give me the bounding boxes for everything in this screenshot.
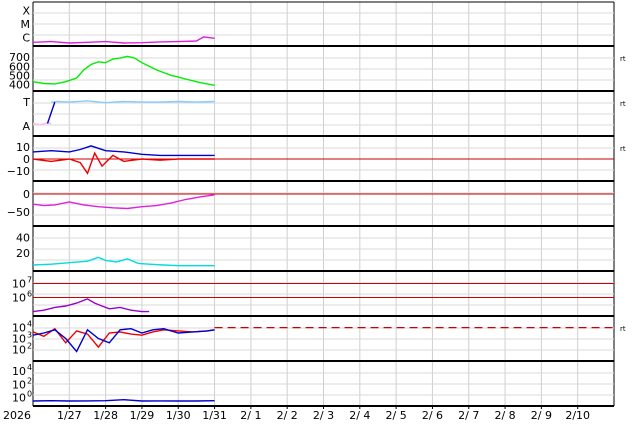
series-imf_direction-2: [46, 101, 56, 124]
panels: XMC700600500400rtTArt100−10rt0−50402010 7…: [7, 1, 626, 407]
y-tick-label: 10: [12, 378, 26, 391]
space-weather-chart: XMC700600500400rtTArt100−10rt0−50402010 7…: [3, 1, 626, 422]
panel-dst: 0−50: [7, 188, 614, 227]
y-tick-exponent: 2: [27, 341, 32, 350]
panel-proton_flux: 10 710 6: [12, 275, 614, 317]
y-tick-exponent: 2: [27, 376, 32, 385]
series-imf_direction-0: [32, 122, 52, 126]
series-dst-0: [32, 194, 215, 210]
x-tick-label: 2/ 6: [422, 409, 443, 422]
panel-electron_flux: 10 410 310 2rt: [12, 320, 626, 362]
y-tick-exponent: 4: [27, 363, 32, 372]
y-tick-exponent: 4: [27, 320, 32, 329]
y-tick-label: −10: [7, 165, 30, 178]
y-tick-label: 10: [12, 343, 26, 356]
x-tick-label: 1/27: [57, 409, 82, 422]
series-xray_class-0: [32, 36, 215, 44]
panel-imf_direction: TArt: [22, 96, 626, 137]
series-electron_flux_low-0: [32, 398, 215, 402]
series-proton_density-0: [32, 256, 215, 267]
y-tick-label: 10: [12, 365, 26, 378]
y-tick-label: 10: [12, 277, 26, 290]
right-label: rt: [620, 325, 626, 333]
x-tick-label: 2/ 9: [531, 409, 552, 422]
y-tick-label: T: [22, 96, 30, 109]
series-solar_wind_speed-0: [32, 55, 215, 86]
x-tick-label: 2/ 3: [313, 409, 334, 422]
x-tick-label: 2/10: [565, 409, 590, 422]
y-tick-exponent: 7: [27, 275, 32, 284]
series-imf_bt_bz-0: [32, 145, 215, 157]
y-tick-label: 20: [16, 247, 30, 260]
x-tick-label: 1/29: [130, 409, 155, 422]
x-tick-label: 2/ 1: [240, 409, 261, 422]
x-axis: 2026 1/27 1/28 1/29 1/30 1/31 2/ 1 2/ 2 2/ 3 2/ …: [3, 406, 590, 422]
y-tick-label: −50: [7, 206, 30, 219]
panel-electron_flux_low: 10 410 210 0: [12, 363, 614, 407]
right-label: rt: [620, 100, 626, 108]
x-tick-label: 2/ 2: [277, 409, 298, 422]
x-tick-label: 2/ 5: [386, 409, 407, 422]
panel-xray_class: XMC: [21, 1, 614, 47]
y-tick-label: 10: [12, 292, 26, 305]
y-tick-label: C: [22, 32, 30, 45]
panel-solar_wind_speed: 700600500400rt: [9, 51, 626, 92]
x-tick-label: 1/28: [93, 409, 118, 422]
y-tick-label: X: [22, 4, 30, 17]
x-tick-label: 2/ 4: [349, 409, 370, 422]
y-tick-label: A: [22, 120, 30, 133]
x-tick-label: 1/31: [202, 409, 227, 422]
x-tick-label: 2/ 7: [458, 409, 479, 422]
y-tick-label: 40: [16, 232, 30, 245]
series-electron_flux-0: [32, 327, 215, 349]
y-tick-label: M: [21, 18, 31, 31]
y-tick-label: 400: [9, 78, 30, 91]
y-tick-exponent: 3: [27, 330, 32, 339]
right-label: rt: [620, 145, 626, 153]
y-tick-label: 0: [23, 188, 30, 201]
y-tick-exponent: 6: [27, 290, 32, 299]
y-tick-label: 10: [12, 392, 26, 405]
y-tick-exponent: 0: [27, 390, 32, 399]
x-tick-label: 1/30: [166, 409, 191, 422]
x-tick-label: 2/ 8: [494, 409, 515, 422]
x-axis-year-label: 2026: [3, 409, 31, 422]
series-imf_direction-1: [51, 100, 215, 104]
right-label: rt: [620, 55, 626, 63]
panel-imf_bt_bz: 100−10rt: [7, 141, 626, 182]
